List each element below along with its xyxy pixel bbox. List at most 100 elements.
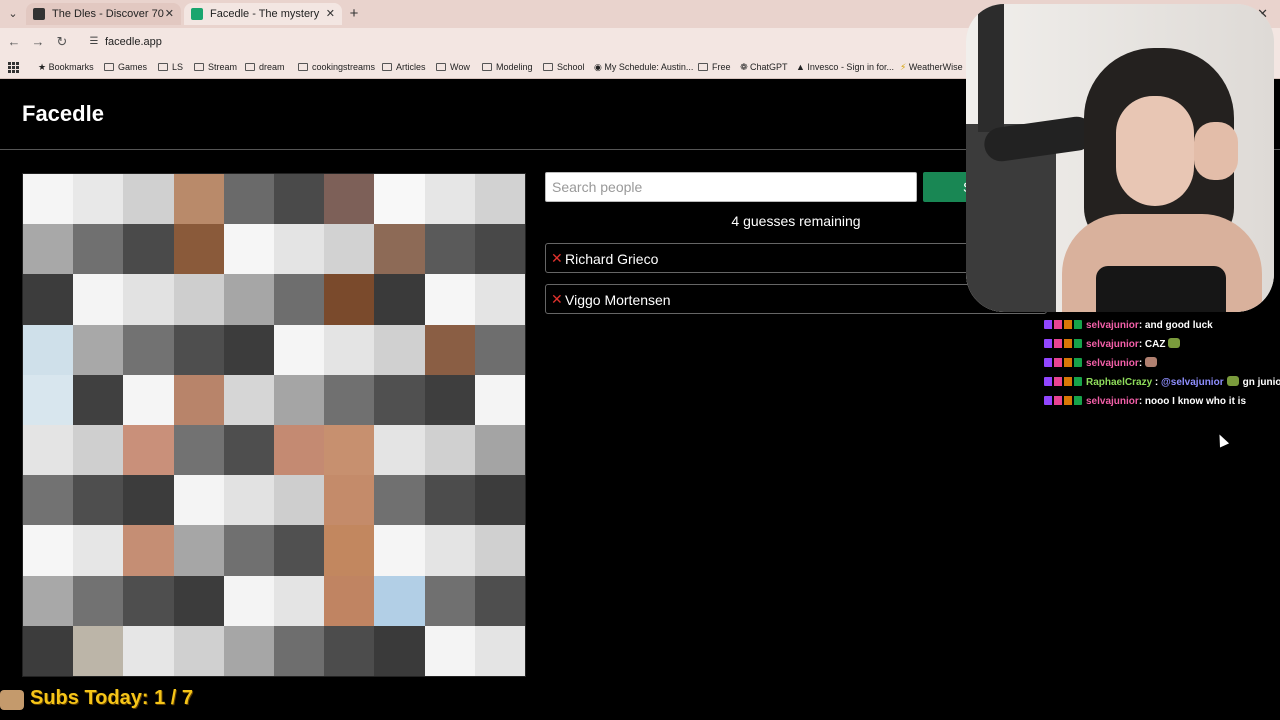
chat-username: selvajunior bbox=[1086, 358, 1139, 369]
bookmark-articles[interactable]: Articles bbox=[382, 56, 426, 78]
bookmark-school[interactable]: School bbox=[543, 56, 585, 78]
invesco-icon: ▲ bbox=[796, 62, 808, 72]
chat-username: selvajunior bbox=[1086, 339, 1139, 350]
new-tab-icon[interactable]: + bbox=[345, 5, 363, 23]
folder-icon bbox=[698, 63, 708, 71]
face-tile bbox=[73, 425, 124, 476]
chat-message: selvajunior: nooo I know who it is bbox=[1044, 392, 1276, 411]
bookmark-dream[interactable]: dream bbox=[245, 56, 285, 78]
face-tile bbox=[324, 575, 375, 626]
bookmark-free[interactable]: Free bbox=[698, 56, 731, 78]
face-tile bbox=[274, 324, 325, 375]
url-text: facedle.app bbox=[105, 36, 162, 48]
face-tile bbox=[374, 575, 425, 626]
face-tile bbox=[324, 224, 375, 275]
bookmark-games[interactable]: Games bbox=[104, 56, 147, 78]
site-favicon-icon bbox=[33, 8, 45, 20]
address-bar[interactable]: ☰ facedle.app bbox=[82, 31, 962, 53]
close-tab-icon[interactable]: ✕ bbox=[165, 3, 174, 25]
face-tile bbox=[424, 274, 475, 325]
chat-text: : and good luck bbox=[1138, 320, 1213, 331]
face-tile bbox=[23, 475, 74, 526]
globe-icon: ◉ bbox=[594, 62, 605, 72]
chat-message: selvajunior: CAZ bbox=[1044, 335, 1276, 354]
face-tile bbox=[324, 274, 375, 325]
face-tile bbox=[123, 575, 174, 626]
wrong-x-icon: ✕ bbox=[551, 291, 563, 307]
face-tile bbox=[73, 324, 124, 375]
forward-arrow-icon[interactable]: → bbox=[30, 34, 46, 50]
chat-username: selvajunior bbox=[1086, 396, 1139, 407]
face-tile bbox=[173, 224, 224, 275]
bookmark-stream[interactable]: Stream bbox=[194, 56, 237, 78]
site-logo[interactable]: Facedle bbox=[22, 101, 104, 127]
chat-username: RaphaelCrazy bbox=[1086, 377, 1153, 388]
tab-the-dles[interactable]: The Dles - Discover 700+ Free D ✕ bbox=[26, 3, 181, 25]
face-tile bbox=[23, 575, 74, 626]
bookmark-ls[interactable]: LS bbox=[158, 56, 183, 78]
tab-facedle[interactable]: Facedle - The mystery person g ✕ bbox=[184, 3, 342, 25]
bookmark-invesco[interactable]: ▲ Invesco - Sign in for... bbox=[796, 56, 894, 78]
chat-badges-icon bbox=[1044, 320, 1082, 329]
bookmark-cookingstreams[interactable]: cookingstreams bbox=[298, 56, 375, 78]
face-tile bbox=[123, 324, 174, 375]
bookmark-chatgpt[interactable]: ❁ ChatGPT bbox=[740, 56, 788, 78]
chat-username: selvajunior bbox=[1086, 320, 1139, 331]
face-tile bbox=[424, 425, 475, 476]
face-tile bbox=[223, 374, 274, 425]
face-tile bbox=[324, 625, 375, 676]
face-tile bbox=[123, 625, 174, 676]
bookmark-my-schedule[interactable]: ◉ My Schedule: Austin... bbox=[594, 56, 693, 78]
face-tile bbox=[424, 374, 475, 425]
face-tile bbox=[274, 174, 325, 225]
chat-message: selvajunior: bbox=[1044, 354, 1276, 373]
face-tile bbox=[424, 625, 475, 676]
face-tile bbox=[424, 525, 475, 576]
face-tile bbox=[223, 274, 274, 325]
face-tile bbox=[274, 575, 325, 626]
face-tile bbox=[73, 224, 124, 275]
face-tile bbox=[374, 224, 425, 275]
reload-icon[interactable]: ↻ bbox=[54, 34, 70, 50]
cake-emote-icon bbox=[1145, 357, 1158, 367]
face-tile bbox=[73, 174, 124, 225]
back-arrow-icon[interactable]: ← bbox=[6, 34, 22, 50]
chat-badges-icon bbox=[1044, 377, 1082, 386]
webcam-mic-arm bbox=[978, 4, 1004, 132]
folder-icon bbox=[382, 63, 392, 71]
close-tab-icon[interactable]: ✕ bbox=[326, 3, 335, 25]
bookmark-wow[interactable]: Wow bbox=[436, 56, 470, 78]
face-tile bbox=[474, 324, 525, 375]
face-tile bbox=[23, 174, 74, 225]
face-tile bbox=[424, 475, 475, 526]
face-tile bbox=[123, 425, 174, 476]
guess-name: Viggo Mortensen bbox=[565, 292, 671, 308]
bookmark-bookmarks[interactable]: ★ Bookmarks bbox=[38, 56, 94, 78]
face-tile bbox=[374, 324, 425, 375]
face-tile bbox=[123, 224, 174, 275]
folder-icon bbox=[436, 63, 446, 71]
chat-text: gn junior bbox=[1242, 377, 1280, 388]
search-people-input[interactable] bbox=[545, 172, 917, 202]
subs-today-text: Subs Today: 1 / 7 bbox=[30, 687, 193, 709]
face-tile bbox=[223, 174, 274, 225]
bookmark-modeling[interactable]: Modeling bbox=[482, 56, 533, 78]
face-tile bbox=[374, 274, 425, 325]
face-tile bbox=[274, 374, 325, 425]
folder-icon bbox=[298, 63, 308, 71]
site-info-icon[interactable]: ☰ bbox=[87, 35, 101, 49]
face-tile bbox=[173, 575, 224, 626]
face-tile bbox=[324, 174, 375, 225]
tab-search-icon[interactable]: ⌄ bbox=[4, 5, 22, 23]
face-tile bbox=[274, 625, 325, 676]
chat-message: selvajunior: and good luck bbox=[1044, 316, 1276, 335]
face-tile bbox=[173, 374, 224, 425]
apps-grid-icon[interactable] bbox=[8, 62, 19, 73]
face-tile bbox=[274, 525, 325, 576]
face-tile bbox=[324, 425, 375, 476]
chat-text: : CAZ bbox=[1138, 339, 1166, 350]
bookmark-weatherwise[interactable]: ⚡ WeatherWise bbox=[900, 56, 963, 78]
chat-badges-icon bbox=[1044, 339, 1082, 348]
folder-icon bbox=[245, 63, 255, 71]
chat-overlay: selvajunior: and good luck selvajunior: … bbox=[1044, 316, 1280, 411]
